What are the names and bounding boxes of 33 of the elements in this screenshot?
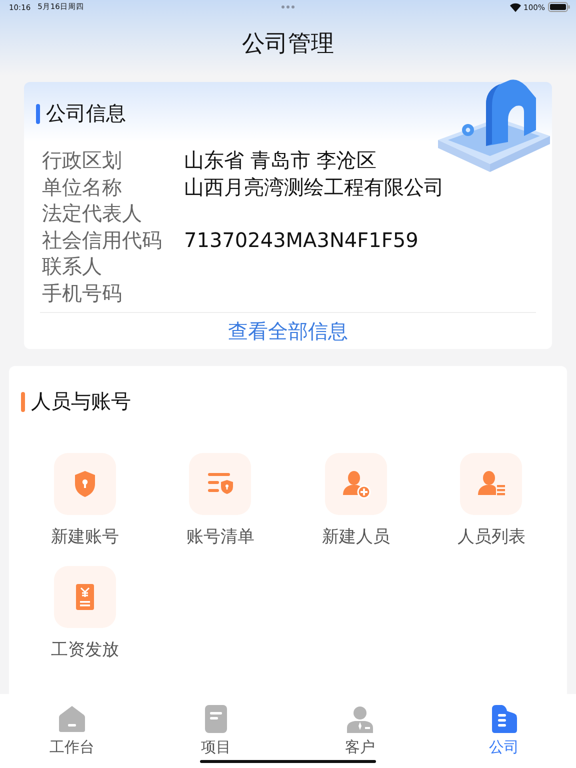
field-value: 山西月亮湾测绘工程有限公司 [184,174,444,200]
shortcut-item[interactable]: 工资发放 [17,566,152,661]
page-title: 公司管理 [241,30,335,59]
tab[interactable]: 客户 [288,694,432,768]
field-value: 山东省 青岛市 李沧区 [184,147,377,174]
view-all-link[interactable]: 查看全部信息 [228,319,348,343]
field-value: 71370243MA3N4F1F59 [184,226,418,253]
tab[interactable]: 项目 [144,694,288,768]
section-title: 人员与账号 [31,388,131,415]
shield-lock-icon [54,453,116,515]
house-icon [57,704,87,734]
list-shield-icon [189,453,252,515]
shortcut-item[interactable]: 人员列表 [424,453,559,548]
section-title: 公司信息 [46,100,126,127]
person-list-icon [460,453,522,515]
field-label: 单位名称 [42,174,123,200]
field-label: 联系人 [42,253,103,280]
person-icon [345,704,375,734]
field-label: 行政区划 [42,147,123,174]
wifi-icon [510,2,521,12]
shortcut-item[interactable]: 账号清单 [152,453,288,548]
more-icon[interactable] [281,5,295,9]
shortcut-item[interactable]: 新建人员 [288,453,424,548]
yuan-receipt-icon [54,566,116,628]
field-label: 法定代表人 [42,200,143,226]
shortcut-item[interactable]: 新建账号 [17,453,152,548]
field-label: 社会信用代码 [42,226,163,253]
person-add-icon [324,453,387,515]
field-label: 手机号码 [42,280,123,306]
building-icon [489,704,519,734]
tab[interactable]: 工作台 [0,694,144,768]
tab[interactable]: 公司 [432,694,576,768]
battery-icon [548,2,570,12]
